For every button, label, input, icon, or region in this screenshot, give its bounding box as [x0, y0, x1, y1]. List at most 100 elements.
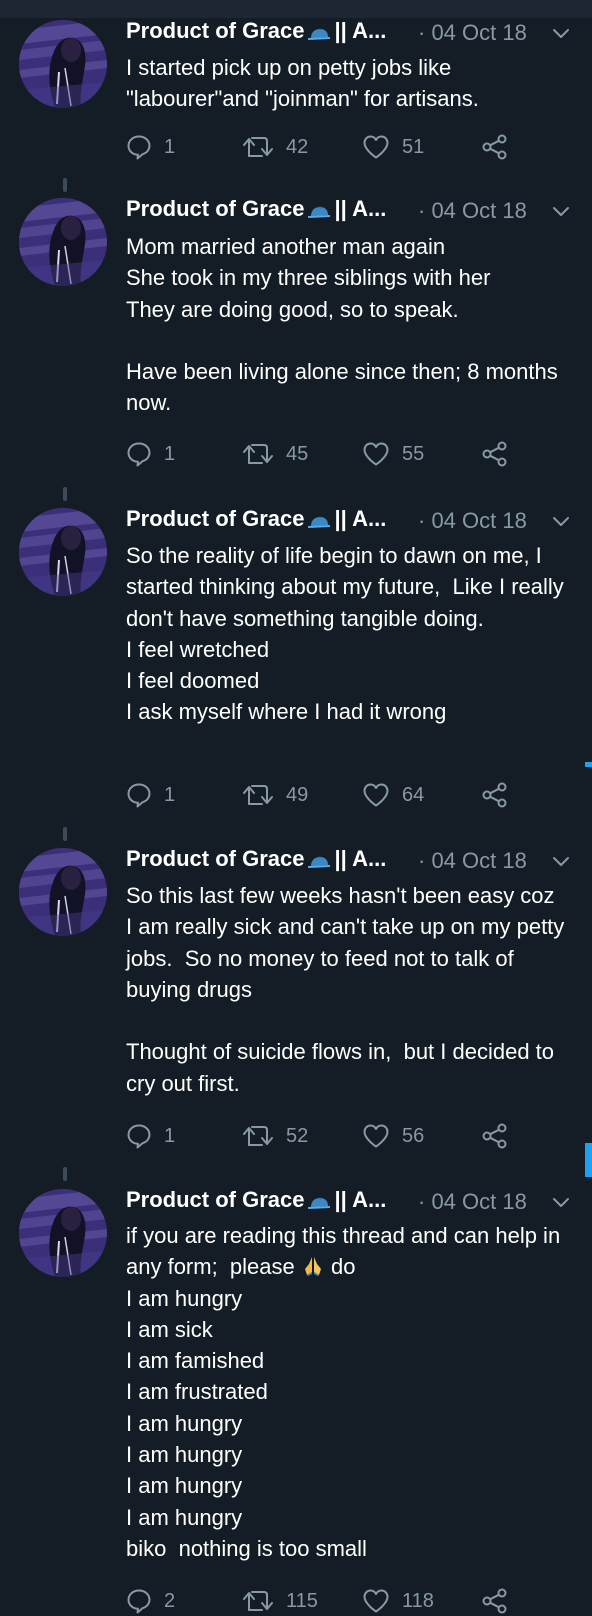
share-icon [481, 1588, 509, 1614]
chevron-down-icon[interactable] [552, 28, 570, 40]
tweet-actions: 1 49 64 [126, 780, 526, 810]
reply-count: 1 [164, 442, 176, 465]
tweet-header: Product of Grace || A... [126, 846, 386, 876]
retweet-icon [242, 782, 274, 808]
reply-icon [126, 441, 152, 467]
status-bar [0, 0, 592, 18]
tweet-header: Product of Grace || A... [126, 18, 386, 48]
retweet-icon [242, 1123, 274, 1149]
avatar[interactable] [19, 1189, 107, 1277]
like-button[interactable]: 56 [362, 1121, 424, 1151]
reply-button[interactable]: 1 [126, 439, 175, 469]
reply-icon [126, 782, 152, 808]
tweet-actions: 1 42 51 [126, 132, 526, 162]
chevron-down-icon[interactable] [552, 206, 570, 218]
chevron-down-icon[interactable] [552, 856, 570, 868]
scroll-indicator [585, 762, 592, 767]
reply-icon [126, 1123, 152, 1149]
heart-icon [362, 1588, 390, 1614]
reply-button[interactable]: 1 [126, 132, 175, 162]
like-button[interactable]: 51 [362, 132, 424, 162]
chevron-down-icon[interactable] [552, 1197, 570, 1209]
share-button[interactable] [481, 132, 509, 162]
chevron-down-icon[interactable] [552, 516, 570, 528]
reply-button[interactable]: 2 [126, 1586, 175, 1616]
cap-icon [308, 28, 330, 40]
share-icon [481, 134, 509, 160]
retweet-count: 42 [286, 135, 309, 158]
cap-icon [308, 856, 330, 868]
author-handle[interactable]: || A... [334, 846, 386, 871]
author-name[interactable]: Product of Grace [126, 18, 304, 43]
thread-connector [63, 487, 67, 501]
like-count: 55 [402, 442, 425, 465]
tweet-date[interactable]: · 04 Oct 18 [418, 1189, 527, 1215]
tweet-text: Mom married another man again She took i… [126, 234, 558, 416]
tweet-header: Product of Grace || A... [126, 1187, 386, 1217]
author-name[interactable]: Product of Grace [126, 846, 304, 871]
heart-icon [362, 782, 390, 808]
reply-count: 1 [164, 783, 176, 806]
author-name[interactable]: Product of Grace [126, 506, 304, 531]
avatar[interactable] [19, 198, 107, 286]
tweet-actions: 1 45 55 [126, 439, 526, 469]
tweet-text: I started pick up on petty jobs like "la… [126, 55, 479, 112]
cap-icon [308, 516, 330, 528]
heart-icon [362, 441, 390, 467]
tweet-text: So the reality of life begin to dawn on … [126, 543, 564, 725]
avatar[interactable] [19, 20, 107, 108]
tweet-date[interactable]: · 04 Oct 18 [418, 508, 527, 534]
author-name[interactable]: Product of Grace [126, 196, 304, 221]
share-icon [481, 441, 509, 467]
like-button[interactable]: 55 [362, 439, 424, 469]
tweet-text-part: do I am hungry I am sick I am famished I… [126, 1254, 367, 1561]
cap-icon [308, 1197, 330, 1209]
like-count: 64 [402, 783, 425, 806]
retweet-count: 49 [286, 783, 309, 806]
reply-button[interactable]: 1 [126, 780, 175, 810]
retweet-button[interactable]: 52 [242, 1121, 308, 1151]
reply-button[interactable]: 1 [126, 1121, 175, 1151]
reply-icon [126, 134, 152, 160]
tweet-date[interactable]: · 04 Oct 18 [418, 848, 527, 874]
tweet-header: Product of Grace || A... [126, 506, 386, 536]
reply-count: 2 [164, 1589, 176, 1612]
tweet-text: if you are reading this thread and can h… [126, 1220, 566, 1564]
author-handle[interactable]: || A... [334, 506, 386, 531]
folded-hands-icon [301, 1254, 325, 1277]
retweet-button[interactable]: 49 [242, 780, 308, 810]
cap-icon [308, 206, 330, 218]
like-count: 51 [402, 135, 425, 158]
tweet-actions: 1 52 56 [126, 1121, 526, 1151]
heart-icon [362, 1123, 390, 1149]
reply-count: 1 [164, 135, 176, 158]
retweet-count: 115 [286, 1589, 318, 1612]
heart-icon [362, 134, 390, 160]
tweet-date[interactable]: · 04 Oct 18 [418, 20, 527, 46]
scroll-indicator [585, 1143, 592, 1177]
retweet-button[interactable]: 115 [242, 1586, 318, 1616]
reply-icon [126, 1588, 152, 1614]
author-handle[interactable]: || A... [334, 18, 386, 43]
retweet-button[interactable]: 45 [242, 439, 308, 469]
share-button[interactable] [481, 439, 509, 469]
like-button[interactable]: 64 [362, 780, 424, 810]
thread-connector [63, 827, 67, 841]
avatar[interactable] [19, 508, 107, 596]
share-button[interactable] [481, 1121, 509, 1151]
like-count: 56 [402, 1124, 425, 1147]
retweet-icon [242, 441, 274, 467]
tweet-date[interactable]: · 04 Oct 18 [418, 198, 527, 224]
avatar[interactable] [19, 848, 107, 936]
tweet-actions: 2 115 118 [126, 1586, 526, 1616]
author-name[interactable]: Product of Grace [126, 1187, 304, 1212]
thread-connector [63, 178, 67, 192]
retweet-button[interactable]: 42 [242, 132, 308, 162]
share-button[interactable] [481, 780, 509, 810]
author-handle[interactable]: || A... [334, 1187, 386, 1212]
reply-count: 1 [164, 1124, 176, 1147]
like-button[interactable]: 118 [362, 1586, 434, 1616]
author-handle[interactable]: || A... [334, 196, 386, 221]
retweet-icon [242, 134, 274, 160]
share-button[interactable] [481, 1586, 509, 1616]
